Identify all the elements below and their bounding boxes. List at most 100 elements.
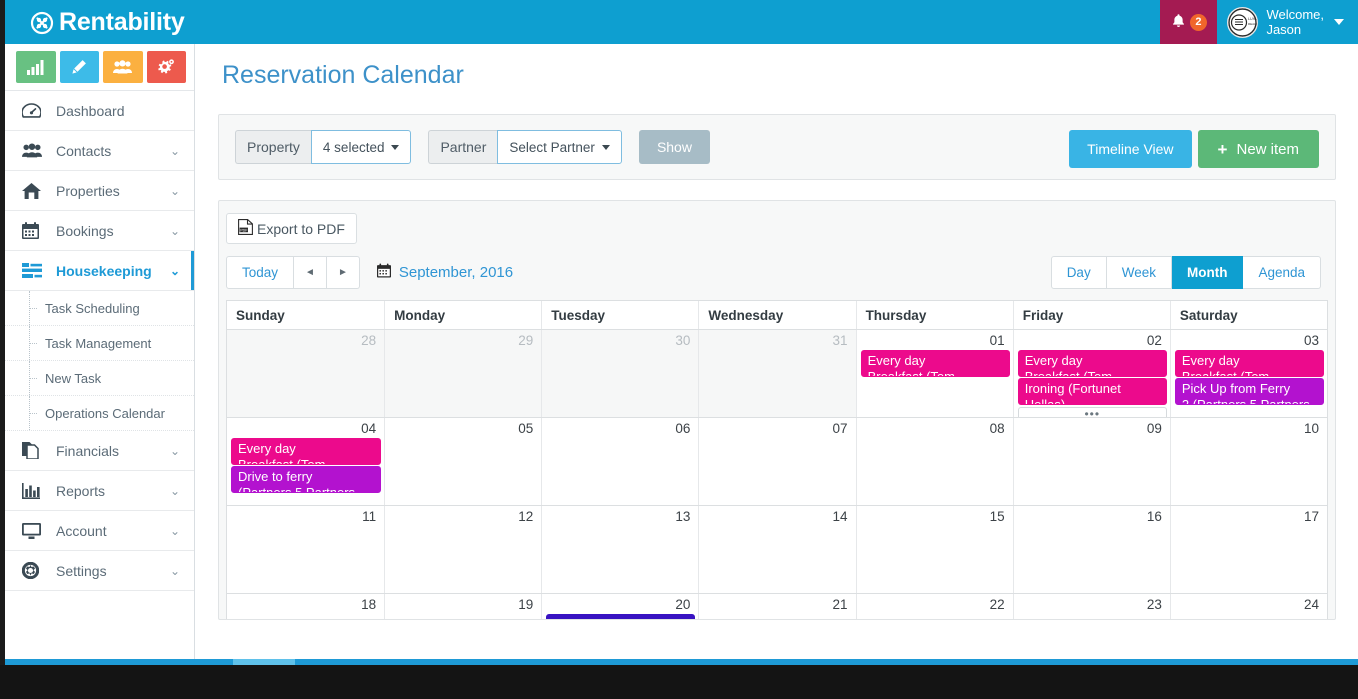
sidebar-filler [5, 591, 194, 651]
view-agenda-button[interactable]: Agenda [1243, 256, 1321, 289]
new-item-label: New item [1236, 140, 1299, 158]
svg-text:LUXURY: LUXURY [1248, 17, 1257, 21]
calendar-day-cell[interactable]: 03 Every day Breakfast (Tem Pick Up from… [1169, 330, 1327, 417]
day-header-tuesday: Tuesday [541, 301, 698, 329]
calendar-day-cell[interactable]: 31 [698, 330, 856, 417]
calendar-view-switcher: Day Week Month Agenda [1050, 256, 1321, 289]
day-number: 02 [1146, 333, 1162, 348]
reports-tile[interactable] [16, 51, 56, 83]
home-icon [22, 182, 48, 199]
contacts-tile[interactable] [103, 51, 143, 83]
calendar-day-cell[interactable]: 16 [1012, 506, 1170, 593]
calendar-day-cell[interactable]: 19 [384, 594, 541, 619]
day-number: 24 [1303, 597, 1319, 612]
calendar-day-cell[interactable]: 04 Every day Breakfast (Tem Drive to fer… [227, 418, 384, 505]
calendar-day-cell[interactable]: 22 [855, 594, 1013, 619]
calendar-event[interactable]: Every day Breakfast (Tem [231, 438, 382, 465]
day-number: 17 [1303, 509, 1319, 524]
sidebar-item-housekeeping[interactable]: Housekeeping ⌄ [5, 251, 194, 291]
prev-month-button[interactable]: ◄ [294, 256, 327, 289]
calendar-day-cell[interactable]: 29 [384, 330, 542, 417]
filter-actions: Timeline View + New item [1069, 130, 1319, 168]
calendar-day-cell[interactable]: 01 Every day Breakfast (Tem [855, 330, 1013, 417]
submenu-item-task-scheduling[interactable]: Task Scheduling [5, 291, 194, 326]
calendar-day-cell[interactable]: 14 [698, 506, 855, 593]
pdf-file-icon: PDF [238, 219, 253, 238]
sidebar-item-label: Account [56, 522, 107, 539]
calendar-event[interactable]: Every day Breakfast (Tem [1174, 350, 1324, 377]
calendar-day-cell[interactable]: 21 [698, 594, 855, 619]
calendar-day-cell[interactable]: 05 [384, 418, 541, 505]
calendar-day-cell[interactable]: 09 [1012, 418, 1170, 505]
filter-panel: Property 4 selected Partner Select Partn… [218, 114, 1336, 180]
documents-icon [22, 442, 48, 459]
property-select[interactable]: 4 selected [310, 130, 412, 164]
settings-tile[interactable] [146, 51, 186, 83]
submenu-item-task-management[interactable]: Task Management [5, 326, 194, 361]
chevron-down-icon: ⌄ [169, 183, 180, 198]
day-number: 10 [1303, 421, 1319, 436]
day-number: 01 [989, 333, 1005, 348]
sidebar-item-settings[interactable]: Settings ⌄ [5, 551, 194, 591]
calendar-day-cell[interactable]: 20 ironing 2 (Κατερινα Χαραλαμπίδου) tow… [541, 594, 698, 619]
today-button[interactable]: Today [226, 256, 295, 289]
calendar-day-cell[interactable]: 30 [541, 330, 699, 417]
next-month-button[interactable]: ► [326, 256, 360, 289]
calendar-day-cell[interactable]: 18 [227, 594, 384, 619]
calendar-event[interactable]: Drive to ferry (Partners 5 Partners [231, 466, 382, 493]
partner-select[interactable]: Select Partner [497, 130, 622, 164]
calendar-day-cell[interactable]: 11 [227, 506, 384, 593]
calendar-day-cell[interactable]: 13 [541, 506, 698, 593]
user-menu[interactable]: LUXURY REAL EST Welcome, Jason [1217, 0, 1358, 44]
sidebar-item-properties[interactable]: Properties ⌄ [5, 171, 194, 211]
app-root: Rentability 2 LUXURY [0, 0, 1358, 699]
calendar-day-cell[interactable]: 07 [698, 418, 855, 505]
current-month-display: September, 2016 [376, 263, 513, 282]
calendar-day-cell[interactable]: 24 [1169, 594, 1327, 619]
view-month-button[interactable]: Month [1171, 256, 1244, 289]
calendar-day-cell[interactable]: 06 [541, 418, 698, 505]
sidebar-item-contacts[interactable]: Contacts ⌄ [5, 131, 194, 171]
calendar-event[interactable]: Pick Up from Ferry 2 (Partners 5 Partner… [1174, 378, 1324, 405]
quick-action-tiles [5, 44, 194, 91]
submenu-item-operations-calendar[interactable]: Operations Calendar [5, 396, 194, 431]
view-week-button[interactable]: Week [1106, 256, 1172, 289]
calendar-day-cell[interactable]: 17 [1169, 506, 1327, 593]
new-item-button[interactable]: + New item [1197, 130, 1319, 168]
calendar-day-cell[interactable]: 15 [855, 506, 1013, 593]
sidebar-item-account[interactable]: Account ⌄ [5, 511, 194, 551]
export-label: Export to PDF [257, 220, 345, 237]
export-to-pdf-button[interactable]: PDF Export to PDF [226, 213, 357, 244]
sidebar-item-bookings[interactable]: Bookings ⌄ [5, 211, 194, 251]
calendar-event[interactable]: Ironing (Fortunet Hellas) [1017, 378, 1167, 405]
calendar-day-cell[interactable]: 08 [855, 418, 1013, 505]
notifications-button[interactable]: 2 [1160, 0, 1218, 44]
show-button[interactable]: Show [638, 130, 710, 164]
sidebar-item-reports[interactable]: Reports ⌄ [5, 471, 194, 511]
day-number: 20 [675, 597, 691, 612]
more-events-link[interactable]: ••• [1017, 407, 1167, 417]
list-icon [22, 263, 48, 278]
top-navbar: Rentability 2 LUXURY [5, 0, 1358, 44]
sidebar-item-financials[interactable]: Financials ⌄ [5, 431, 194, 471]
submenu-item-new-task[interactable]: New Task [5, 361, 194, 396]
view-day-button[interactable]: Day [1050, 256, 1107, 289]
calendar-event[interactable]: ironing 2 (Κατερινα Χαραλαμπίδου) [546, 614, 696, 619]
timeline-view-button[interactable]: Timeline View [1069, 130, 1192, 168]
avatar: LUXURY REAL EST [1227, 6, 1259, 38]
day-number: 29 [518, 333, 534, 348]
calendar-day-cell[interactable]: 23 [1012, 594, 1170, 619]
day-number: 18 [361, 597, 377, 612]
rentability-logo-icon [30, 11, 54, 35]
calendar-day-cell[interactable]: 02 Every day Breakfast (Tem Ironing (For… [1012, 330, 1170, 417]
calendar-event[interactable]: Every day Breakfast (Tem [860, 350, 1010, 377]
calendar-day-cell[interactable]: 10 [1169, 418, 1327, 505]
brand-logo-link[interactable]: Rentability [30, 0, 185, 44]
calendar-week-row: 04 Every day Breakfast (Tem Drive to fer… [227, 418, 1327, 506]
edit-tile[interactable] [59, 51, 99, 83]
day-number: 06 [675, 421, 691, 436]
calendar-day-cell[interactable]: 28 [227, 330, 385, 417]
sidebar-item-dashboard[interactable]: Dashboard [5, 91, 194, 131]
calendar-day-cell[interactable]: 12 [384, 506, 541, 593]
calendar-event[interactable]: Every day Breakfast (Tem [1017, 350, 1167, 377]
